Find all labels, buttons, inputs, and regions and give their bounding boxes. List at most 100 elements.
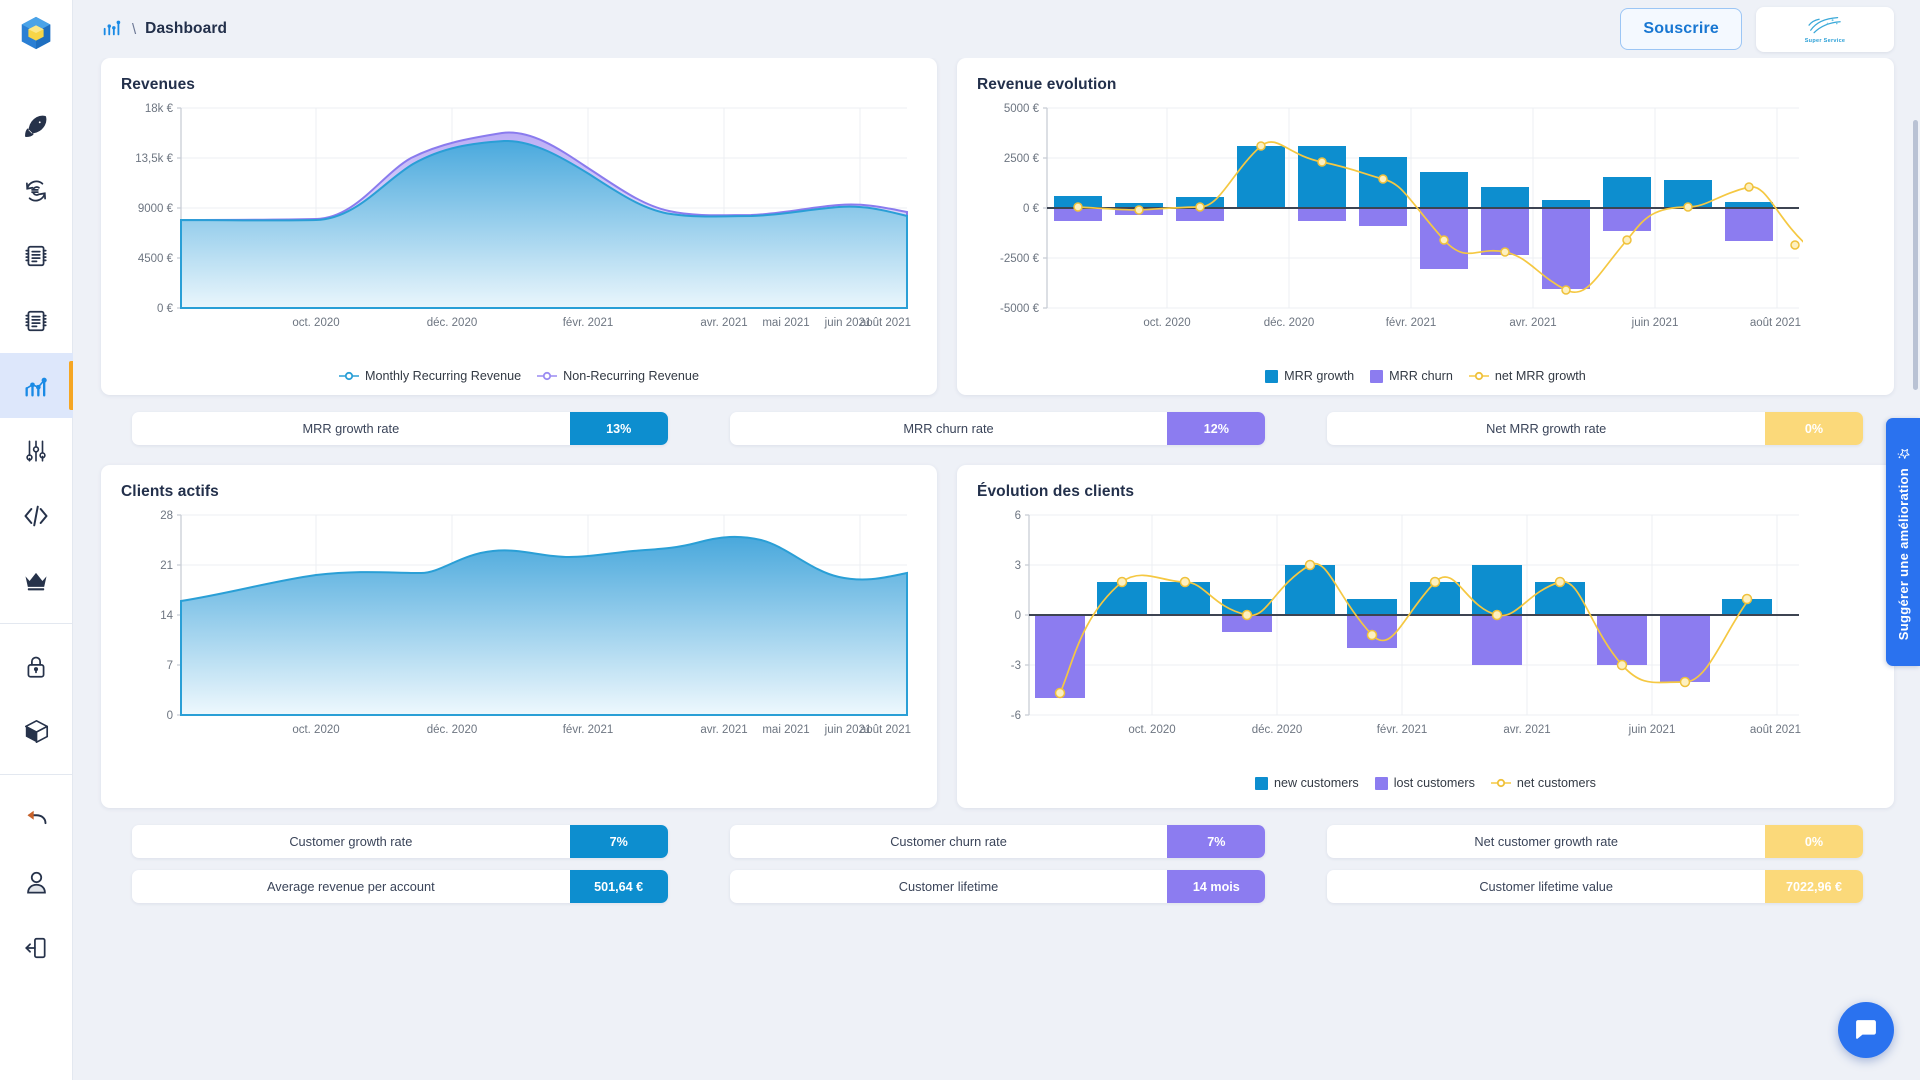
chat-bubble-icon: [1852, 1016, 1880, 1044]
kpi-customer-growth-rate[interactable]: Customer growth rate 7%: [132, 825, 668, 858]
svg-text:-5000 €: -5000 €: [1000, 303, 1040, 315]
legend-label: MRR growth: [1284, 369, 1354, 383]
svg-text:févr. 2021: févr. 2021: [1377, 724, 1428, 736]
sidebar-item-logout[interactable]: [0, 915, 73, 980]
sidebar-item-user[interactable]: [0, 850, 73, 915]
svg-text:oct. 2020: oct. 2020: [292, 724, 339, 736]
sidebar-item-notebook-alt[interactable]: [0, 288, 73, 353]
legend-item-lost-customers[interactable]: lost customers: [1375, 776, 1475, 790]
legend-revenues: Monthly Recurring Revenue Non-Recurring …: [121, 369, 917, 383]
suggest-improvement-tab[interactable]: Suggérer une amélioration: [1886, 418, 1920, 666]
card-clients-actifs: Clients actifs: [101, 465, 937, 808]
kpi-value: 7022,96 €: [1765, 870, 1863, 903]
kpi-label: MRR churn rate: [730, 412, 1168, 445]
kpi-value: 13%: [570, 412, 668, 445]
subscribe-button[interactable]: Souscrire: [1620, 8, 1742, 50]
svg-text:févr. 2021: févr. 2021: [563, 724, 614, 736]
kpi-net-mrr-growth-rate[interactable]: Net MRR growth rate 0%: [1327, 412, 1863, 445]
kpi-label: Customer growth rate: [132, 825, 570, 858]
sidebar-item-lock[interactable]: [0, 634, 73, 699]
legend-label: new customers: [1274, 776, 1359, 790]
legend-item-net-mrr[interactable]: net MRR growth: [1469, 369, 1586, 383]
sidebar-item-recurring-euro[interactable]: [0, 158, 73, 223]
kpi-customer-churn-rate[interactable]: Customer churn rate 7%: [730, 825, 1266, 858]
card-revenues: Revenues: [101, 58, 937, 395]
legend-item-mrr-growth[interactable]: MRR growth: [1265, 369, 1354, 383]
sidebar-item-code[interactable]: [0, 483, 73, 548]
legend-item-net-customers[interactable]: net customers: [1491, 776, 1596, 790]
svg-text:avr. 2021: avr. 2021: [1509, 317, 1556, 329]
sidebar-divider-2: [0, 774, 73, 775]
sidebar-item-sliders[interactable]: [0, 418, 73, 483]
svg-text:14: 14: [160, 610, 173, 622]
svg-text:déc. 2020: déc. 2020: [1252, 724, 1303, 736]
kpi-label: Average revenue per account: [132, 870, 570, 903]
chart-clients-evolution[interactable]: 6 3 0 -3 -6: [977, 507, 1874, 774]
kpi-arpa[interactable]: Average revenue per account 501,64 €: [132, 870, 668, 903]
kpi-label: Net customer growth rate: [1327, 825, 1765, 858]
line-marker-icon: [1469, 371, 1489, 381]
kpi-label: Customer lifetime value: [1327, 870, 1765, 903]
legend-item-mrr[interactable]: Monthly Recurring Revenue: [339, 369, 521, 383]
line-marker-icon: [537, 371, 557, 381]
kpi-customer-lifetime[interactable]: Customer lifetime 14 mois: [730, 870, 1266, 903]
legend-clients-evolution: new customers lost customers net custome…: [977, 776, 1874, 790]
chart-clients-actifs[interactable]: 28 21 14 7 0 oct. 2020 déc. 2020 févr. 2…: [121, 507, 917, 774]
kpi-label: Net MRR growth rate: [1327, 412, 1765, 445]
kpi-value: 14 mois: [1167, 870, 1265, 903]
sidebar-item-box[interactable]: [0, 699, 73, 764]
charts-row-1: Revenues: [101, 58, 1894, 395]
sidebar-item-notebook[interactable]: [0, 223, 73, 288]
legend-label: Monthly Recurring Revenue: [365, 369, 521, 383]
sidebar-item-crown[interactable]: [0, 548, 73, 613]
card-title-revenues: Revenues: [121, 76, 917, 94]
svg-text:oct. 2020: oct. 2020: [1128, 724, 1175, 736]
breadcrumb: \ Dashboard: [101, 16, 227, 43]
svg-text:6: 6: [1015, 510, 1021, 522]
brand-name: Super Service: [1805, 38, 1846, 44]
charts-row-2: Clients actifs: [101, 465, 1894, 808]
breadcrumb-separator: \: [132, 21, 136, 38]
card-title-revenue-evolution: Revenue evolution: [977, 76, 1874, 94]
sidebar-item-dashboard[interactable]: [0, 353, 73, 418]
chart-revenues[interactable]: 18k € 13,5k € 9000 € 4500 € 0 € oct. 202…: [121, 100, 917, 367]
line-marker-icon: [1491, 778, 1511, 788]
sidebar-item-rocket[interactable]: [0, 93, 73, 158]
legend-item-mrr-churn[interactable]: MRR churn: [1370, 369, 1453, 383]
legend-item-nrr[interactable]: Non-Recurring Revenue: [537, 369, 699, 383]
chart-revenue-evolution[interactable]: 5000 € 2500 € 0 € -2500 € -5000 €: [977, 100, 1874, 367]
svg-text:févr. 2021: févr. 2021: [563, 317, 614, 329]
app-logo[interactable]: [17, 14, 55, 57]
top-bar-actions: Souscrire Super Service: [1620, 7, 1894, 52]
main-content: Revenues: [73, 58, 1920, 1080]
color-swatch-icon: [1255, 777, 1268, 790]
page-scrollbar[interactable]: [1913, 120, 1918, 390]
kpi-net-customer-growth-rate[interactable]: Net customer growth rate 0%: [1327, 825, 1863, 858]
svg-text:oct. 2020: oct. 2020: [292, 317, 339, 329]
kpi-value: 7%: [570, 825, 668, 858]
svg-text:21: 21: [160, 560, 173, 572]
legend-item-new-customers[interactable]: new customers: [1255, 776, 1359, 790]
svg-text:avr. 2021: avr. 2021: [700, 317, 747, 329]
svg-text:avr. 2021: avr. 2021: [700, 724, 747, 736]
sparkle-star-icon: [1896, 443, 1910, 460]
sidebar-item-undo[interactable]: [0, 785, 73, 850]
color-swatch-icon: [1375, 777, 1388, 790]
svg-text:mai 2021: mai 2021: [762, 317, 809, 329]
svg-text:déc. 2020: déc. 2020: [427, 317, 478, 329]
kpi-label: MRR growth rate: [132, 412, 570, 445]
page-title: Dashboard: [145, 20, 227, 38]
kpi-mrr-growth-rate[interactable]: MRR growth rate 13%: [132, 412, 668, 445]
chat-support-button[interactable]: [1838, 1002, 1894, 1058]
card-clients-evolution: Évolution des clients: [957, 465, 1894, 808]
kpi-customer-lifetime-value[interactable]: Customer lifetime value 7022,96 €: [1327, 870, 1863, 903]
svg-text:avr. 2021: avr. 2021: [1503, 724, 1550, 736]
legend-revenue-evolution: MRR growth MRR churn net MRR growth: [977, 369, 1874, 383]
sidebar-divider: [0, 623, 73, 624]
kpi-mrr-churn-rate[interactable]: MRR churn rate 12%: [730, 412, 1266, 445]
brand-mark-icon: [1804, 15, 1846, 37]
brand-logo-card[interactable]: Super Service: [1756, 7, 1894, 52]
svg-text:août 2021: août 2021: [1750, 317, 1801, 329]
card-title-clients-evolution: Évolution des clients: [977, 483, 1874, 501]
svg-text:4500 €: 4500 €: [138, 253, 174, 265]
